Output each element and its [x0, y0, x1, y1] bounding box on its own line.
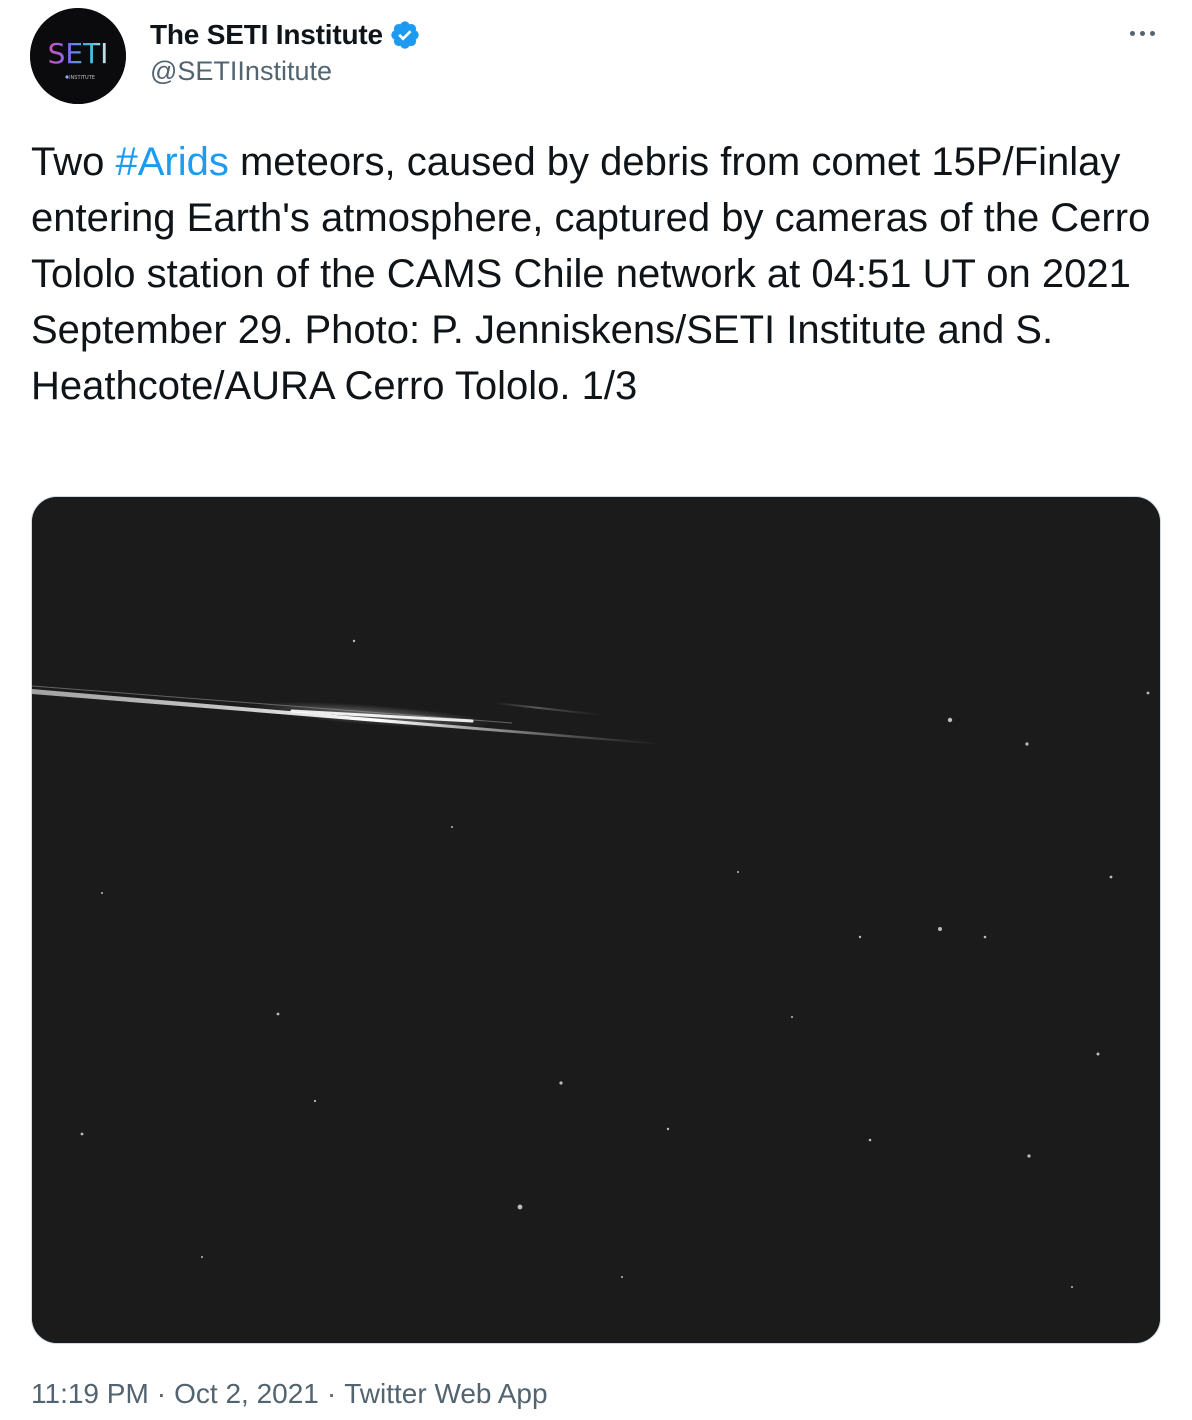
seti-logo-icon: S SETI INSTITUTE [30, 8, 126, 104]
hashtag-link[interactable]: #Arids [115, 140, 228, 184]
avatar[interactable]: S SETI INSTITUTE [30, 8, 126, 104]
author-name-row: The SETI Institute [150, 16, 421, 54]
verified-badge-icon [389, 19, 421, 51]
author-handle[interactable]: @SETIInstitute [150, 56, 421, 87]
tweet-meta: 11:19 PM · Oct 2, 2021 · Twitter Web App [31, 1378, 548, 1410]
author-info: The SETI Institute @SETIInstitute [150, 16, 421, 87]
tweet: S SETI INSTITUTE The SETI Institute @SET… [0, 0, 1192, 1420]
more-options-icon[interactable] [1122, 18, 1162, 48]
tweet-text: Two #Arids meteors, caused by debris fro… [31, 134, 1171, 414]
tweet-date[interactable]: Oct 2, 2021 [174, 1378, 319, 1410]
tweet-photo[interactable] [31, 496, 1161, 1344]
meta-separator: · [326, 1378, 337, 1409]
tweet-time[interactable]: 11:19 PM [31, 1378, 149, 1410]
meteor-photo-image [32, 497, 1160, 1343]
avatar-logo-subtext: INSTITUTE [69, 75, 95, 81]
tweet-source[interactable]: Twitter Web App [344, 1378, 547, 1410]
avatar-logo-text: SETI [48, 37, 109, 70]
tweet-text-part: Two [31, 140, 116, 184]
display-name[interactable]: The SETI Institute [150, 19, 383, 51]
meta-separator: · [156, 1378, 167, 1409]
